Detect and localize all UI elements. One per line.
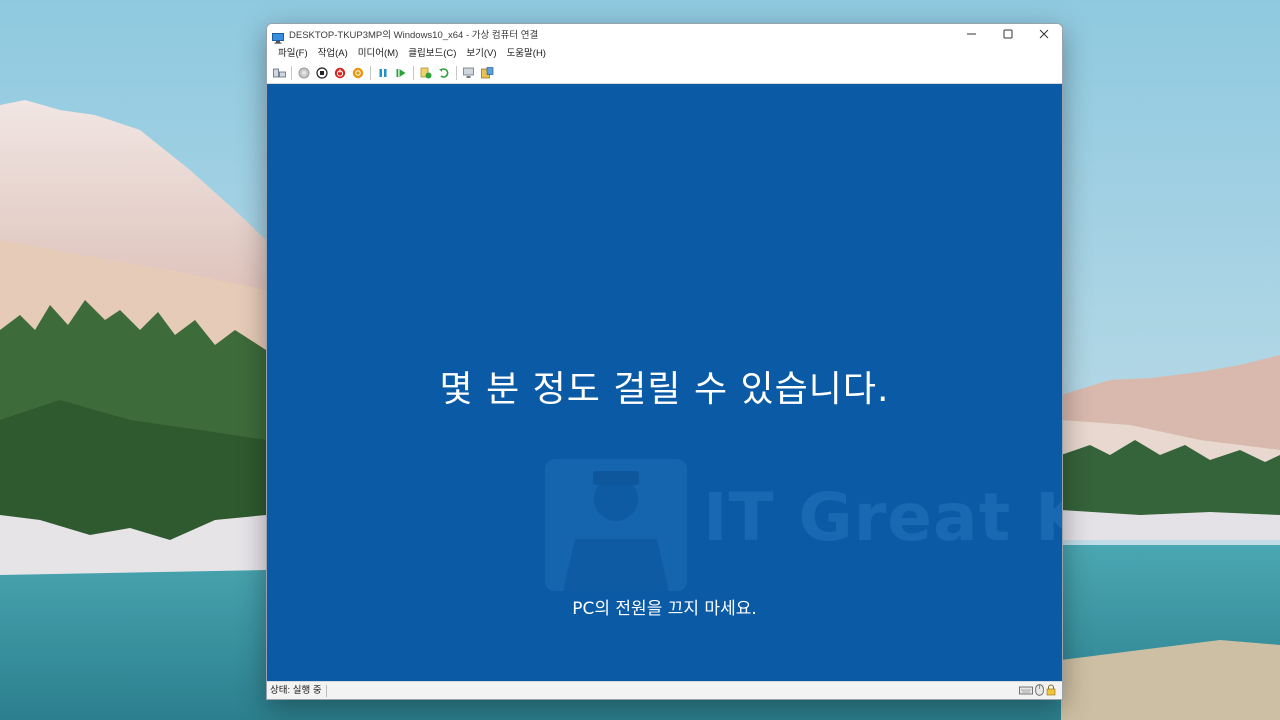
- mouse-icon: [1035, 684, 1044, 696]
- maximize-button[interactable]: [990, 24, 1026, 44]
- window-title: DESKTOP-TKUP3MP의 Windows10_x64 - 가상 컴퓨터 …: [289, 30, 539, 41]
- minimize-button[interactable]: [954, 24, 990, 44]
- status-bar: 상태: 실행 중: [267, 681, 1062, 699]
- menu-help[interactable]: 도움말(H): [502, 44, 551, 63]
- pause-button[interactable]: [376, 66, 390, 80]
- checkpoint-button[interactable]: [419, 66, 433, 80]
- maximize-icon: [1003, 29, 1013, 39]
- vm-connection-icon: [272, 29, 284, 44]
- ctrl-alt-del-icon: [272, 68, 286, 78]
- menu-view[interactable]: 보기(V): [461, 44, 501, 63]
- save-icon: [352, 67, 364, 79]
- revert-button[interactable]: [437, 66, 451, 80]
- watermark-avatar: [545, 459, 687, 591]
- enhanced-session-button[interactable]: [462, 66, 476, 80]
- lock-icon: [1046, 684, 1056, 696]
- title-bar[interactable]: DESKTOP-TKUP3MP의 Windows10_x64 - 가상 컴퓨터 …: [267, 24, 1062, 44]
- toolbar-separator: [456, 66, 457, 80]
- menu-clipboard[interactable]: 클립보드(C): [403, 44, 461, 63]
- enhanced-session-icon: [462, 67, 474, 78]
- close-button[interactable]: [1026, 24, 1062, 44]
- keyboard-icon: [1019, 686, 1033, 695]
- share-icon: [480, 67, 493, 79]
- menu-media[interactable]: 미디어(M): [353, 44, 403, 63]
- menu-action[interactable]: 작업(A): [313, 44, 353, 63]
- vm-connection-window: DESKTOP-TKUP3MP의 Windows10_x64 - 가상 컴퓨터 …: [266, 23, 1063, 700]
- close-icon: [1039, 29, 1049, 39]
- window-controls: [954, 24, 1062, 44]
- checkpoint-icon: [420, 67, 432, 79]
- watermark-text: IT Great King: [703, 479, 1062, 556]
- vm-display[interactable]: IT Great King 몇 분 정도 걸릴 수 있습니다. PC의 전원을 …: [267, 84, 1062, 681]
- toolbar-separator: [291, 66, 292, 80]
- menu-bar: 파일(F) 작업(A) 미디어(M) 클립보드(C) 보기(V) 도움말(H): [267, 44, 1062, 63]
- turn-off-button[interactable]: [315, 66, 329, 80]
- toolbar: [267, 63, 1062, 84]
- setup-power-warning: PC의 전원을 끄지 마세요.: [572, 599, 757, 619]
- ctrl-alt-del-button[interactable]: [272, 66, 286, 80]
- minimize-icon: [967, 33, 976, 35]
- toolbar-separator: [370, 66, 371, 80]
- start-icon: [298, 67, 310, 79]
- shutdown-button[interactable]: [333, 66, 347, 80]
- resume-button[interactable]: [394, 66, 408, 80]
- revert-icon: [439, 68, 449, 78]
- toolbar-separator: [413, 66, 414, 80]
- menu-file[interactable]: 파일(F): [273, 44, 313, 63]
- save-state-button[interactable]: [351, 66, 365, 80]
- turn-off-icon: [316, 67, 328, 79]
- watermark: IT Great King: [545, 459, 1062, 594]
- share-button[interactable]: [480, 66, 494, 80]
- vm-status: 상태: 실행 중: [267, 685, 327, 697]
- start-button[interactable]: [297, 66, 311, 80]
- resume-icon: [396, 69, 406, 77]
- setup-status-message: 몇 분 정도 걸릴 수 있습니다.: [439, 369, 890, 410]
- status-icons: [1019, 684, 1056, 696]
- shutdown-icon: [334, 67, 346, 79]
- pause-icon: [379, 69, 387, 77]
